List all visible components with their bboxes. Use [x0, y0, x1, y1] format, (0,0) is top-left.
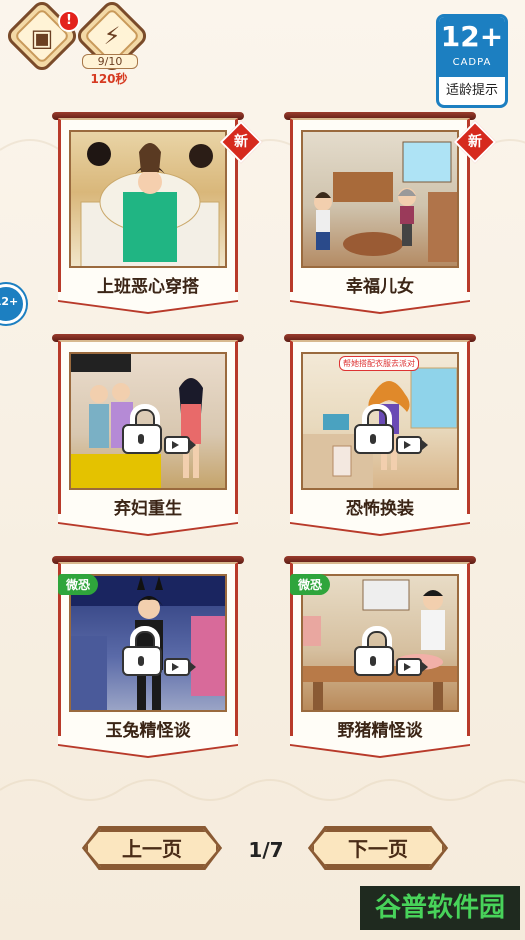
lock-icon — [354, 626, 394, 676]
level-title: 弃妇重生 — [114, 499, 182, 519]
age-rating-badge[interactable]: 12+ CADPA 适龄提示 — [436, 14, 508, 108]
energy-count: 9/10 — [82, 54, 138, 69]
next-page-button[interactable]: 下一页 — [311, 829, 445, 867]
level-card-4[interactable]: 帮她搭配衣服去派对 恐怖换装 — [284, 334, 476, 536]
level-card-3[interactable]: 弃妇重生 — [52, 334, 244, 536]
prev-page-button[interactable]: 上一页 — [85, 829, 219, 867]
level-title: 上班恶心穿搭 — [97, 277, 199, 297]
age-rating-tip: 适龄提示 — [445, 83, 498, 98]
calendar-button[interactable]: ▣ ! — [3, 0, 81, 75]
lock-icon — [122, 626, 162, 676]
horror-tag: 微恐 — [290, 574, 331, 595]
lock-icon — [354, 404, 394, 454]
level-card-2[interactable]: 幸福儿女 — [284, 112, 476, 314]
video-ad-icon — [396, 658, 428, 676]
horror-tag: 微恐 — [58, 574, 99, 595]
new-badge-label: 新 — [468, 134, 482, 150]
level-title: 野猪精怪谈 — [337, 721, 423, 741]
level-thumbnail — [301, 130, 459, 268]
watermark-logo: 谷普软件园 — [360, 886, 520, 930]
level-thumbnail: 帮她搭配衣服去派对 — [301, 352, 459, 490]
background-wave — [0, 779, 525, 801]
energy-timer: 120秒 — [90, 72, 128, 86]
level-title: 幸福儿女 — [346, 277, 414, 297]
lock-icon — [122, 404, 162, 454]
level-thumbnail — [69, 352, 227, 490]
video-ad-icon — [396, 436, 428, 454]
level-thumbnail — [69, 130, 227, 268]
scene-caption: 帮她搭配衣服去派对 — [339, 356, 419, 371]
video-ad-icon — [164, 436, 196, 454]
level-title: 玉兔精怪谈 — [105, 721, 191, 741]
alert-badge: ! — [58, 10, 80, 32]
new-badge-label: 新 — [234, 134, 248, 150]
level-thumbnail — [301, 574, 459, 712]
age-rating-number: 12+ — [440, 20, 504, 53]
video-ad-icon — [164, 658, 196, 676]
age-rating-org: CADPA — [452, 57, 492, 68]
page-indicator: 1/7 — [248, 838, 284, 862]
lightning-icon: ⚡ — [103, 22, 121, 50]
level-title: 恐怖换装 — [346, 499, 414, 519]
side-age-badge[interactable]: 12+ — [0, 284, 26, 324]
level-card-1[interactable]: 上班恶心穿搭 — [52, 112, 244, 314]
level-thumbnail — [69, 574, 227, 712]
